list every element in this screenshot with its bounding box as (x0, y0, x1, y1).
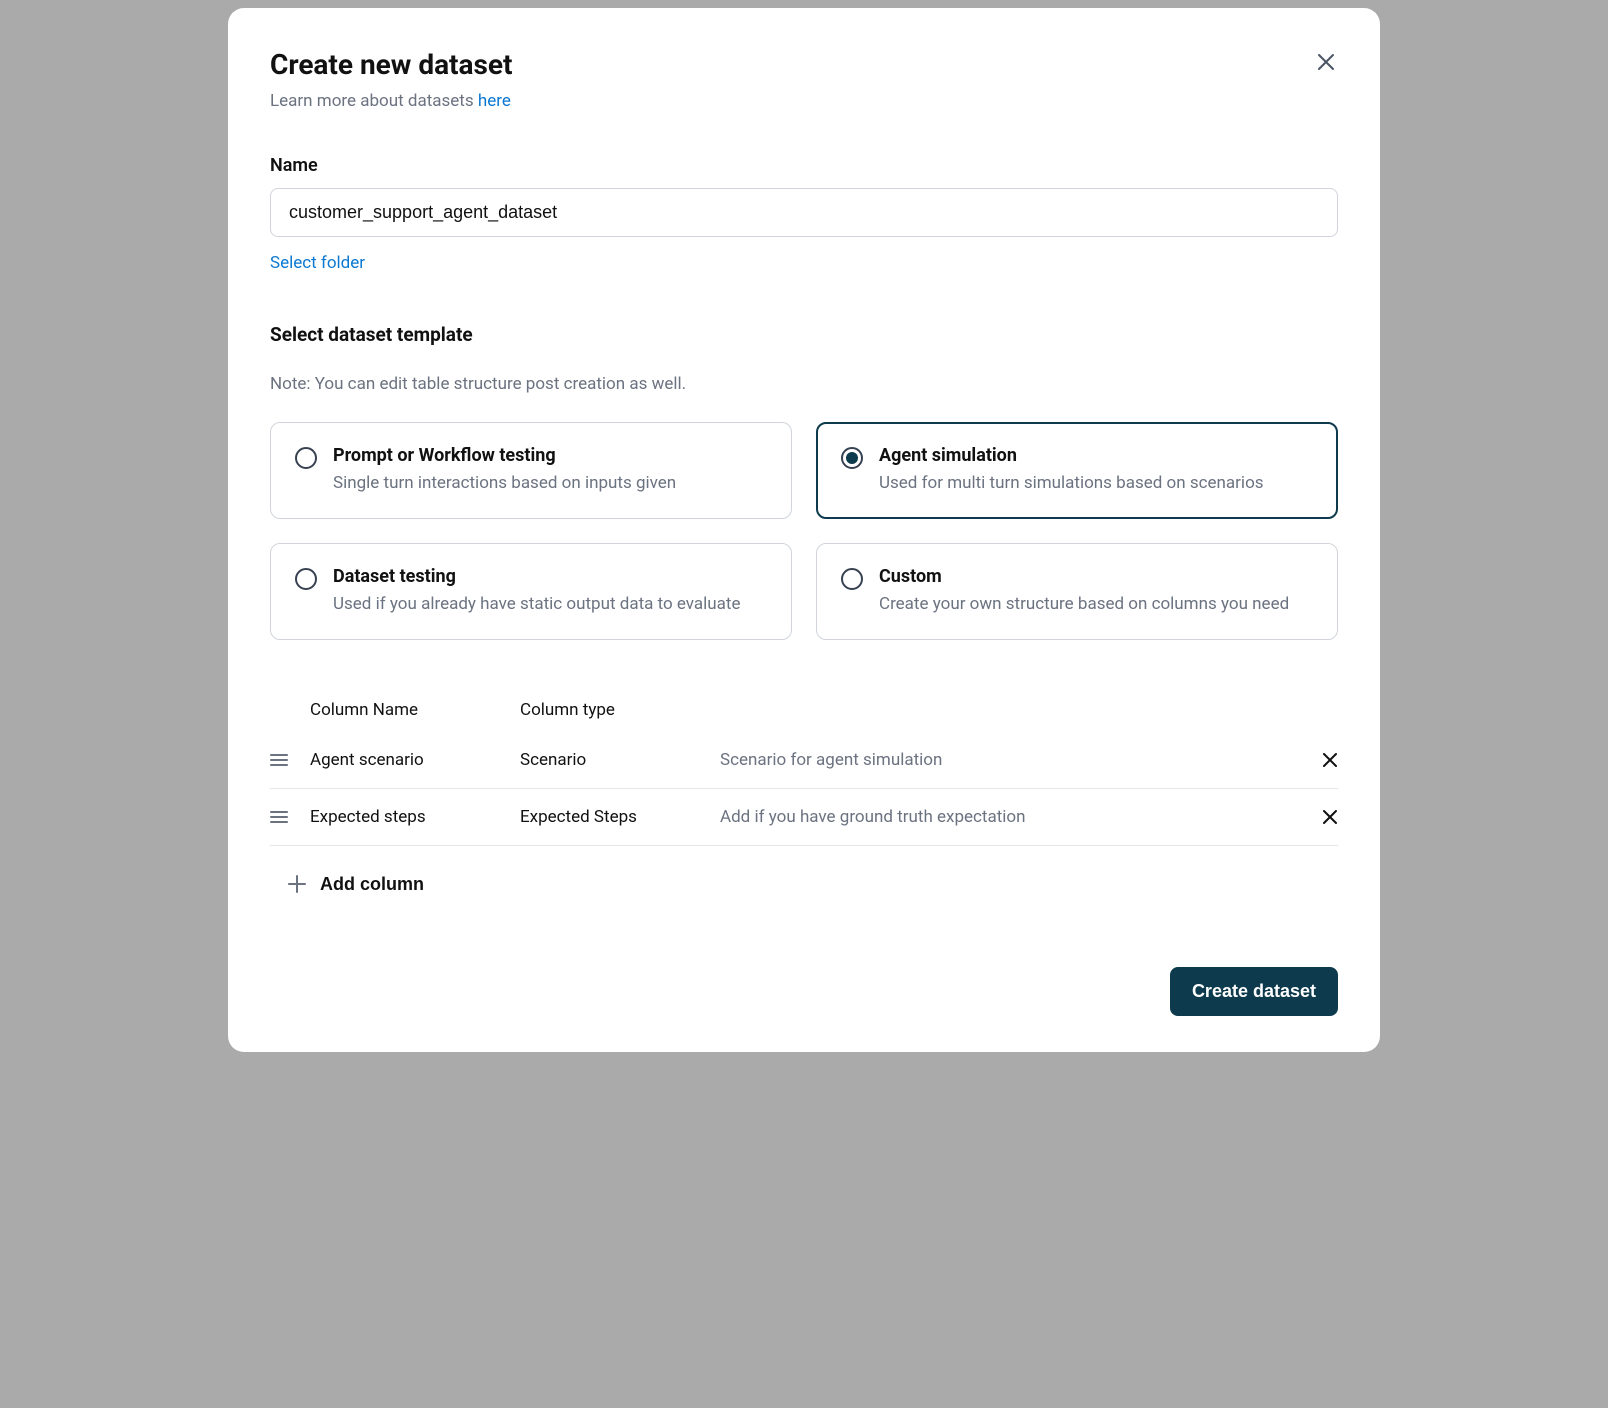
add-column-button[interactable]: Add column (270, 846, 424, 923)
template-desc: Create your own structure based on colum… (879, 593, 1313, 617)
dataset-name-input[interactable] (270, 188, 1338, 237)
close-icon (1322, 809, 1338, 825)
template-grid: Prompt or Workflow testing Single turn i… (270, 422, 1338, 640)
modal-title: Create new dataset (270, 48, 1338, 81)
columns-header: Column Name Column type (270, 688, 1338, 732)
select-folder-link[interactable]: Select folder (270, 253, 365, 273)
template-dataset-testing[interactable]: Dataset testing Used if you already have… (270, 543, 792, 640)
radio-icon (295, 568, 317, 590)
template-prompt-workflow[interactable]: Prompt or Workflow testing Single turn i… (270, 422, 792, 519)
template-content: Prompt or Workflow testing Single turn i… (333, 445, 767, 496)
column-type: Expected Steps (520, 807, 720, 827)
drag-handle[interactable] (270, 753, 310, 767)
template-custom[interactable]: Custom Create your own structure based o… (816, 543, 1338, 640)
template-title: Custom (879, 566, 1313, 587)
column-name: Expected steps (310, 807, 520, 827)
template-desc: Used for multi turn simulations based on… (879, 472, 1313, 496)
columns-table: Column Name Column type Agent scenario S… (270, 688, 1338, 923)
column-name: Agent scenario (310, 750, 520, 770)
radio-icon (295, 447, 317, 469)
template-desc: Single turn interactions based on inputs… (333, 472, 767, 496)
delete-column-button[interactable] (1298, 752, 1338, 768)
column-desc: Scenario for agent simulation (720, 750, 1298, 770)
drag-handle-icon (270, 753, 288, 767)
column-desc: Add if you have ground truth expectation (720, 807, 1298, 827)
template-agent-simulation[interactable]: Agent simulation Used for multi turn sim… (816, 422, 1338, 519)
drag-handle-icon (270, 810, 288, 824)
template-content: Custom Create your own structure based o… (879, 566, 1313, 617)
delete-column-button[interactable] (1298, 809, 1338, 825)
template-section-heading: Select dataset template (270, 323, 1338, 346)
template-title: Prompt or Workflow testing (333, 445, 767, 466)
column-type: Scenario (520, 750, 720, 770)
template-content: Agent simulation Used for multi turn sim… (879, 445, 1313, 496)
column-header-name: Column Name (310, 700, 520, 720)
modal-subtitle-text: Learn more about datasets (270, 91, 478, 111)
create-dataset-modal: Create new dataset Learn more about data… (228, 8, 1380, 1052)
drag-handle[interactable] (270, 810, 310, 824)
radio-icon (841, 568, 863, 590)
learn-more-link[interactable]: here (478, 91, 511, 111)
template-section-note: Note: You can edit table structure post … (270, 374, 1338, 394)
column-header-type: Column type (520, 700, 720, 720)
name-label: Name (270, 155, 1338, 176)
close-icon (1322, 752, 1338, 768)
template-desc: Used if you already have static output d… (333, 593, 767, 617)
close-icon (1317, 53, 1335, 71)
modal-footer: Create dataset (270, 967, 1338, 1016)
table-row: Expected steps Expected Steps Add if you… (270, 789, 1338, 846)
template-title: Dataset testing (333, 566, 767, 587)
plus-icon (288, 875, 306, 893)
create-dataset-button[interactable]: Create dataset (1170, 967, 1338, 1016)
close-button[interactable] (1314, 50, 1338, 74)
radio-icon (841, 447, 863, 469)
add-column-label: Add column (320, 874, 424, 895)
template-content: Dataset testing Used if you already have… (333, 566, 767, 617)
table-row: Agent scenario Scenario Scenario for age… (270, 732, 1338, 789)
modal-subtitle: Learn more about datasets here (270, 91, 1338, 111)
template-title: Agent simulation (879, 445, 1313, 466)
